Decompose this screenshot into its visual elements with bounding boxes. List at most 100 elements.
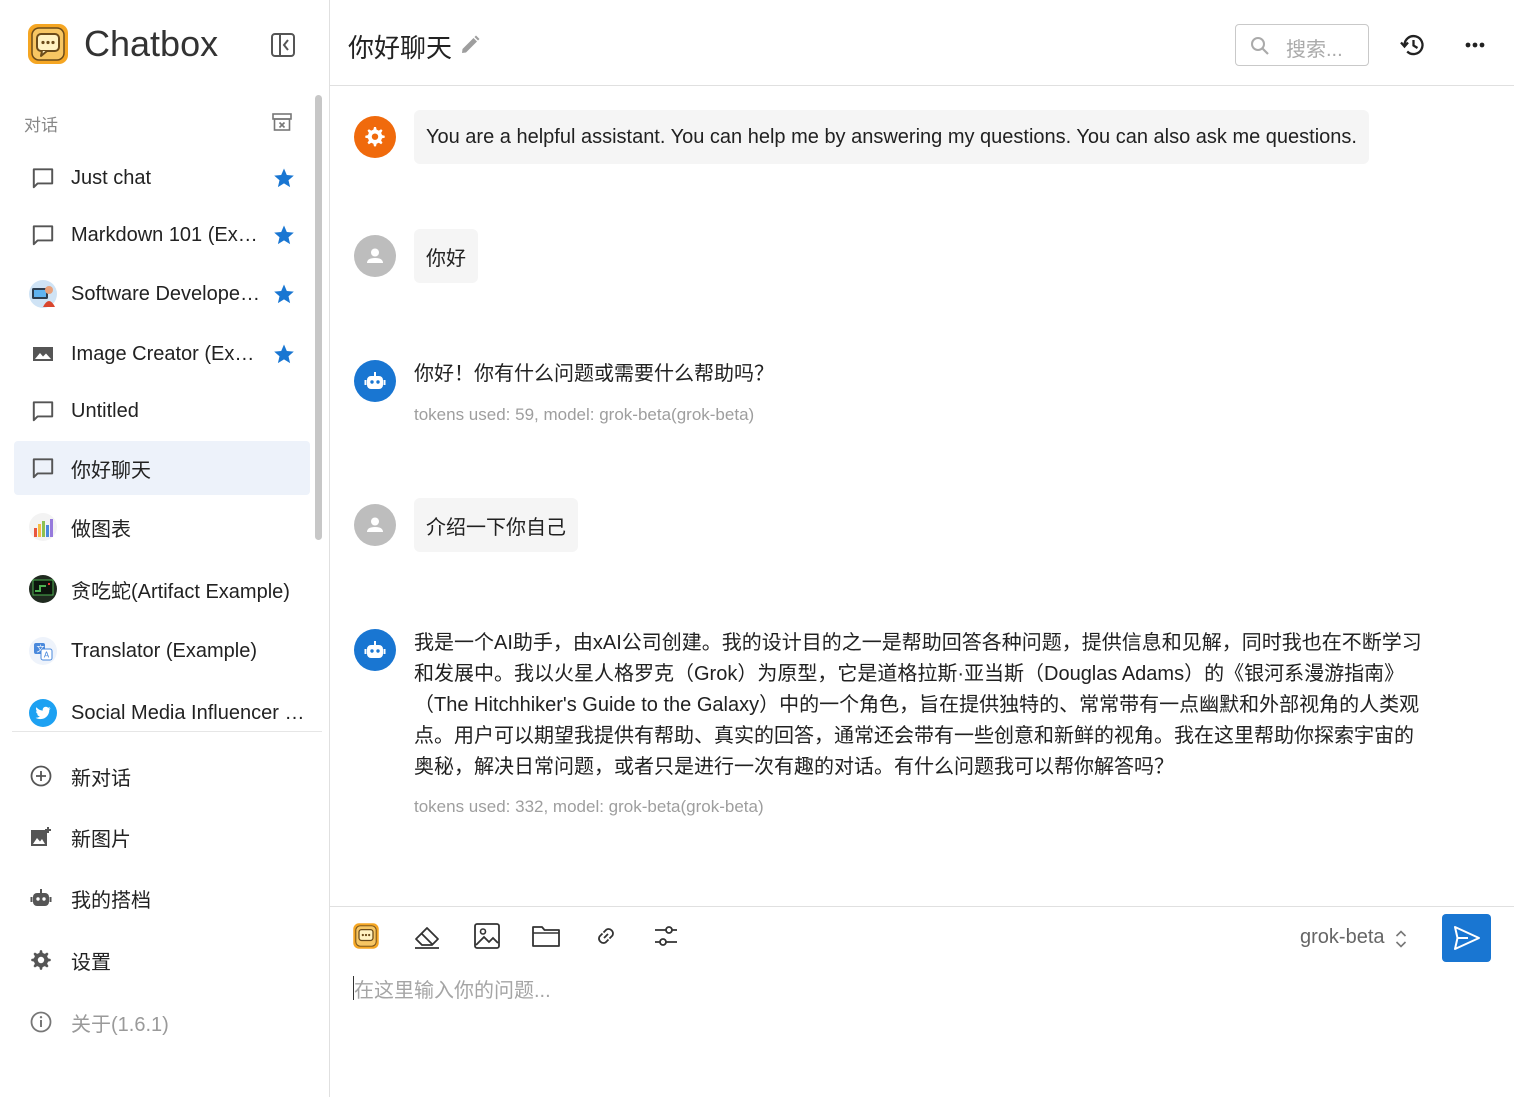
star-icon[interactable]	[272, 342, 296, 366]
star-icon[interactable]	[272, 223, 296, 247]
translate-avatar-icon: 文A	[28, 636, 58, 666]
chat-bubble-icon	[28, 220, 58, 250]
user-avatar	[354, 235, 396, 277]
send-icon	[1453, 926, 1480, 950]
person-icon	[367, 248, 383, 263]
star-icon[interactable]	[272, 166, 296, 190]
robot-icon	[364, 641, 386, 658]
info-icon	[28, 1009, 54, 1035]
app-title: Chatbox	[84, 23, 219, 64]
user-message: 介绍一下你自己	[414, 498, 578, 552]
svg-text:A: A	[44, 651, 50, 660]
user-avatar	[354, 504, 396, 546]
about-button[interactable]: 关于(1.6.1)	[14, 997, 310, 1047]
edit-title-icon[interactable]	[458, 33, 482, 57]
session-item-software-developer[interactable]: Software Developer (Example)	[14, 267, 310, 321]
system-avatar	[354, 116, 396, 158]
new-chat-button[interactable]: 新对话	[14, 751, 310, 801]
session-item-snake-game[interactable]: 贪吃蛇(Artifact Example)	[14, 562, 310, 616]
composer-divider	[330, 906, 1514, 907]
add-circle-icon	[28, 763, 54, 789]
text-caret	[353, 976, 354, 1000]
message-line: 我是一个AI助手，由xAI公司创建。我的设计目的之一是帮助回答各种问题，提供信息…	[414, 632, 1422, 654]
star-icon[interactable]	[272, 282, 296, 306]
message-meta: tokens used: 332, model: grok-beta(grok-…	[414, 797, 764, 816]
folder-icon[interactable]	[530, 920, 562, 952]
chatbox-logo-icon	[26, 22, 70, 66]
gear-icon	[28, 947, 54, 973]
assistant-avatar	[354, 629, 396, 671]
session-label: Just chat	[71, 166, 152, 189]
chat-bubble-icon	[28, 453, 58, 483]
message-line: 点。用户可以期望我提供有帮助、真实的回答，通常还会带有一些创意和新鲜的视角。我在…	[414, 725, 1414, 747]
session-label: Social Media Influencer (Example)	[71, 701, 306, 724]
sidebar: Chatbox 对话 Just chat Markdown 101 (Examp…	[0, 0, 330, 1097]
snake-game-avatar-icon	[28, 574, 58, 604]
chat-header: 你好聊天 搜索...	[330, 0, 1514, 86]
chat-bubble-icon	[28, 163, 58, 193]
chat-bubble-icon	[28, 396, 58, 426]
menu-label: 新图片	[71, 828, 131, 851]
message-input[interactable]	[352, 974, 1492, 1084]
sidebar-scrollbar[interactable]	[315, 95, 322, 540]
session-label: 贪吃蛇(Artifact Example)	[71, 580, 290, 603]
new-image-button[interactable]: 新图片	[14, 812, 310, 862]
system-message: You are a helpful assistant. You can hel…	[414, 110, 1369, 164]
model-selector[interactable]: grok-beta	[1300, 926, 1385, 949]
settings-button[interactable]: 设置	[14, 935, 310, 985]
assistant-message: 我是一个AI助手，由xAI公司创建。我的设计目的之一是帮助回答各种问题，提供信息…	[414, 628, 1422, 783]
message-line: 奥秘，解决日常问题，或者只是进行一次有趣的对话。有什么问题我可以帮你解答吗？	[414, 756, 1174, 778]
session-label: Markdown 101 (Example)	[71, 223, 261, 246]
search-placeholder: 搜索...	[1286, 39, 1343, 61]
message-line: （The Hitchhiker's Guide to the Galaxy）中的…	[414, 694, 1420, 716]
session-label: 做图表	[71, 518, 131, 541]
session-item-image-creator[interactable]: Image Creator (Example)	[14, 327, 310, 381]
user-message: 你好	[414, 229, 478, 283]
message-line: 和发展中。我以火星人格罗克（Grok）为原型，它是道格拉斯·亚当斯（Dougla…	[414, 663, 1405, 685]
menu-label: 设置	[71, 951, 111, 974]
twitter-avatar-icon	[28, 698, 58, 728]
robot-icon	[364, 372, 386, 389]
settings-sliders-icon[interactable]	[650, 920, 682, 952]
session-label: Untitled	[71, 399, 139, 422]
chart-avatar-icon	[28, 512, 58, 542]
assistant-message: 你好！你有什么问题或需要什么帮助吗？	[414, 363, 774, 385]
more-options-icon[interactable]	[1460, 30, 1490, 60]
eraser-icon[interactable]	[411, 920, 443, 952]
chevron-updown-icon[interactable]	[1394, 927, 1408, 951]
my-copilots-button[interactable]: 我的搭档	[14, 873, 310, 923]
link-icon[interactable]	[590, 920, 622, 952]
archive-icon[interactable]	[270, 110, 294, 134]
robot-icon	[28, 885, 54, 911]
gear-icon	[365, 127, 385, 147]
add-image-icon	[28, 824, 54, 850]
developer-avatar-icon	[28, 279, 58, 309]
search-icon	[1248, 34, 1272, 58]
collapse-sidebar-icon[interactable]	[268, 30, 298, 60]
sidebar-divider	[12, 731, 322, 732]
menu-label: 关于(1.6.1)	[71, 1013, 169, 1036]
session-item-translator[interactable]: 文A Translator (Example)	[14, 624, 310, 678]
session-item-untitled[interactable]: Untitled	[14, 384, 310, 438]
menu-label: 新对话	[71, 767, 131, 790]
session-label: Software Developer (Example)	[71, 282, 261, 305]
image-upload-icon[interactable]	[471, 920, 503, 952]
search-input[interactable]: 搜索...	[1235, 24, 1369, 66]
chatbox-logo-icon[interactable]	[350, 920, 382, 952]
session-item-nihao-chat[interactable]: 你好聊天	[14, 441, 310, 495]
session-item-just-chat[interactable]: Just chat	[14, 151, 310, 205]
message-meta: tokens used: 59, model: grok-beta(grok-b…	[414, 405, 755, 424]
session-label: Translator (Example)	[71, 639, 257, 662]
menu-label: 我的搭档	[71, 889, 151, 912]
conversations-section-label: 对话	[24, 116, 58, 135]
history-icon[interactable]	[1398, 30, 1428, 60]
page-title: 你好聊天	[348, 33, 453, 63]
session-item-markdown-101[interactable]: Markdown 101 (Example)	[14, 208, 310, 262]
person-icon	[367, 517, 383, 532]
session-label: Image Creator (Example)	[71, 342, 261, 365]
send-button[interactable]	[1442, 914, 1491, 962]
session-item-make-chart[interactable]: 做图表	[14, 500, 310, 554]
assistant-avatar	[354, 360, 396, 402]
image-icon	[28, 339, 58, 369]
session-label: 你好聊天	[71, 459, 151, 482]
